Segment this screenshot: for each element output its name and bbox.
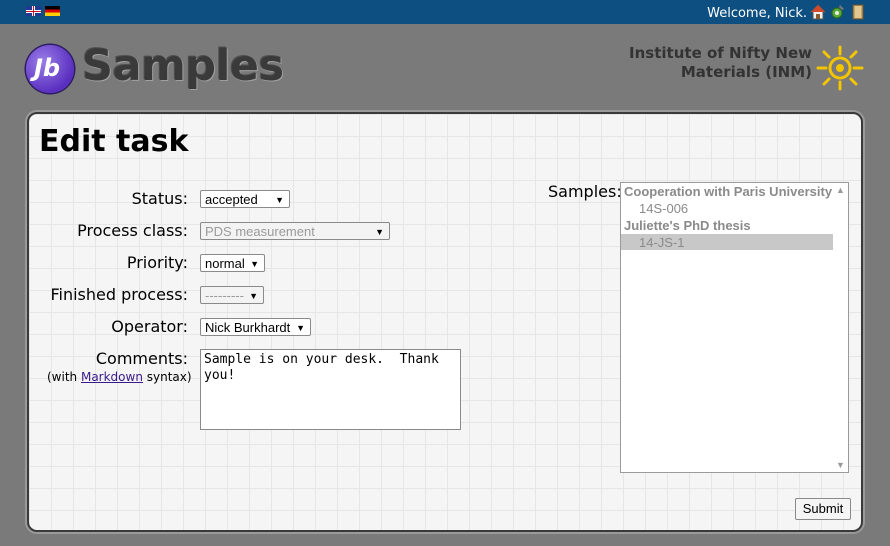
status-select[interactable]: accepted ▼ [200,190,290,208]
comments-label: Comments: [95,349,188,368]
home-icon[interactable] [810,4,826,20]
markdown-hint: (with Markdown syntax) [47,370,192,384]
institute-name: Institute of Nifty New Materials (INM) [629,44,812,81]
sample-group: Juliette's PhD thesis [624,218,751,233]
logo-mark: Jb [34,54,61,82]
listbox-scrollbar[interactable]: ▲ ▼ [833,183,848,472]
english-flag-icon[interactable] [26,6,41,16]
finished-process-label: Finished process: [50,285,188,304]
chevron-down-icon: ▼ [250,259,259,269]
scroll-down-icon[interactable]: ▼ [836,460,845,470]
chevron-down-icon: ▼ [249,291,258,301]
status-label: Status: [131,189,188,208]
chevron-down-icon: ▼ [296,323,305,333]
german-flag-icon[interactable] [45,6,60,16]
preferences-icon[interactable] [830,4,846,20]
submit-button[interactable]: Submit [795,498,851,520]
samples-listbox[interactable]: Cooperation with Paris University 14S-00… [620,182,849,473]
comments-textarea[interactable]: Sample is on your desk. Thank you! [200,349,461,430]
sample-option[interactable]: 14S-006 [639,201,688,216]
welcome-text: Welcome, Nick. [707,6,807,21]
scroll-up-icon[interactable]: ▲ [836,185,845,195]
markdown-link[interactable]: Markdown [81,370,143,384]
sun-icon [816,45,864,91]
logout-icon[interactable] [850,4,866,20]
sample-group: Cooperation with Paris University [624,184,833,199]
chevron-down-icon: ▼ [275,195,284,205]
logo-text[interactable]: Samples [82,41,284,91]
priority-label: Priority: [126,253,188,272]
operator-label: Operator: [111,317,188,336]
process-class-label: Process class: [77,221,188,240]
chevron-down-icon: ▼ [375,227,384,237]
process-class-select: PDS measurement ▼ [200,222,390,240]
sample-option-selected[interactable]: 14-JS-1 [639,235,685,250]
finished-process-select: --------- ▼ [200,286,264,304]
page-title: Edit task [39,124,189,159]
priority-select[interactable]: normal ▼ [200,254,265,272]
operator-select[interactable]: Nick Burkhardt ▼ [200,318,311,336]
top-bar: Welcome, Nick. [0,0,890,24]
samples-label: Samples: [548,182,622,201]
